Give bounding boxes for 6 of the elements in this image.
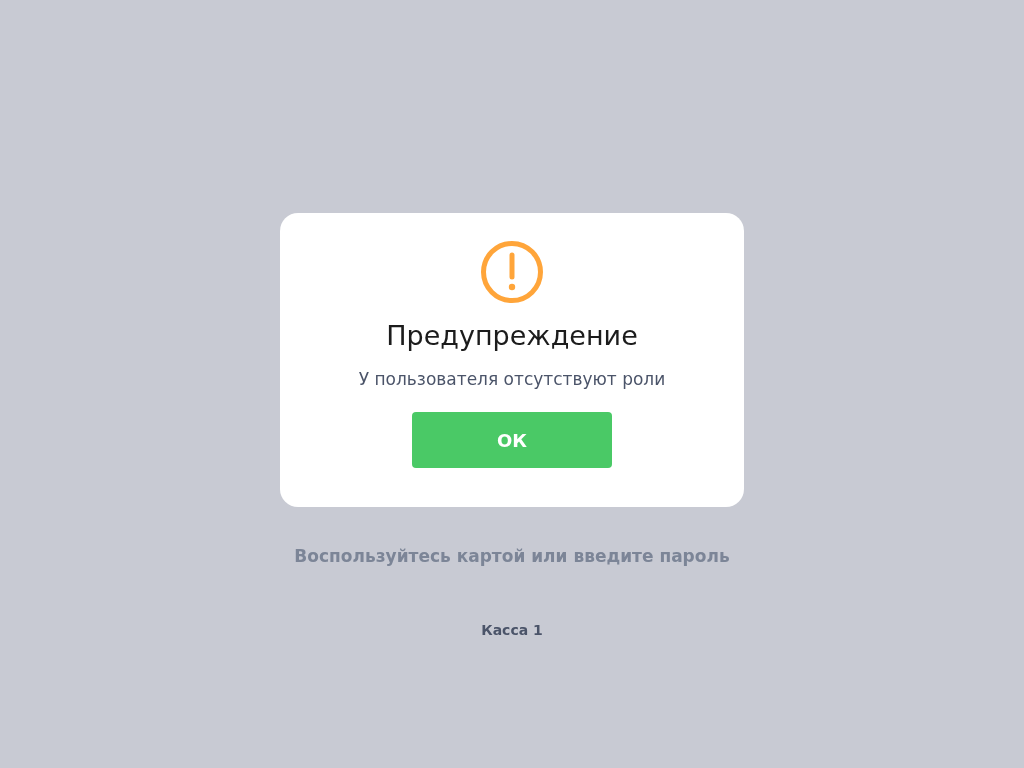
dialog-message: У пользователя отсутствуют роли [358, 367, 666, 391]
dialog-title: Предупреждение [386, 319, 638, 353]
terminal-name: Касса 1 [480, 621, 544, 640]
login-hint: Воспользуйтесь картой или введите пароль [293, 545, 731, 568]
warning-icon [480, 240, 544, 304]
ok-button[interactable]: ОК [412, 412, 612, 468]
